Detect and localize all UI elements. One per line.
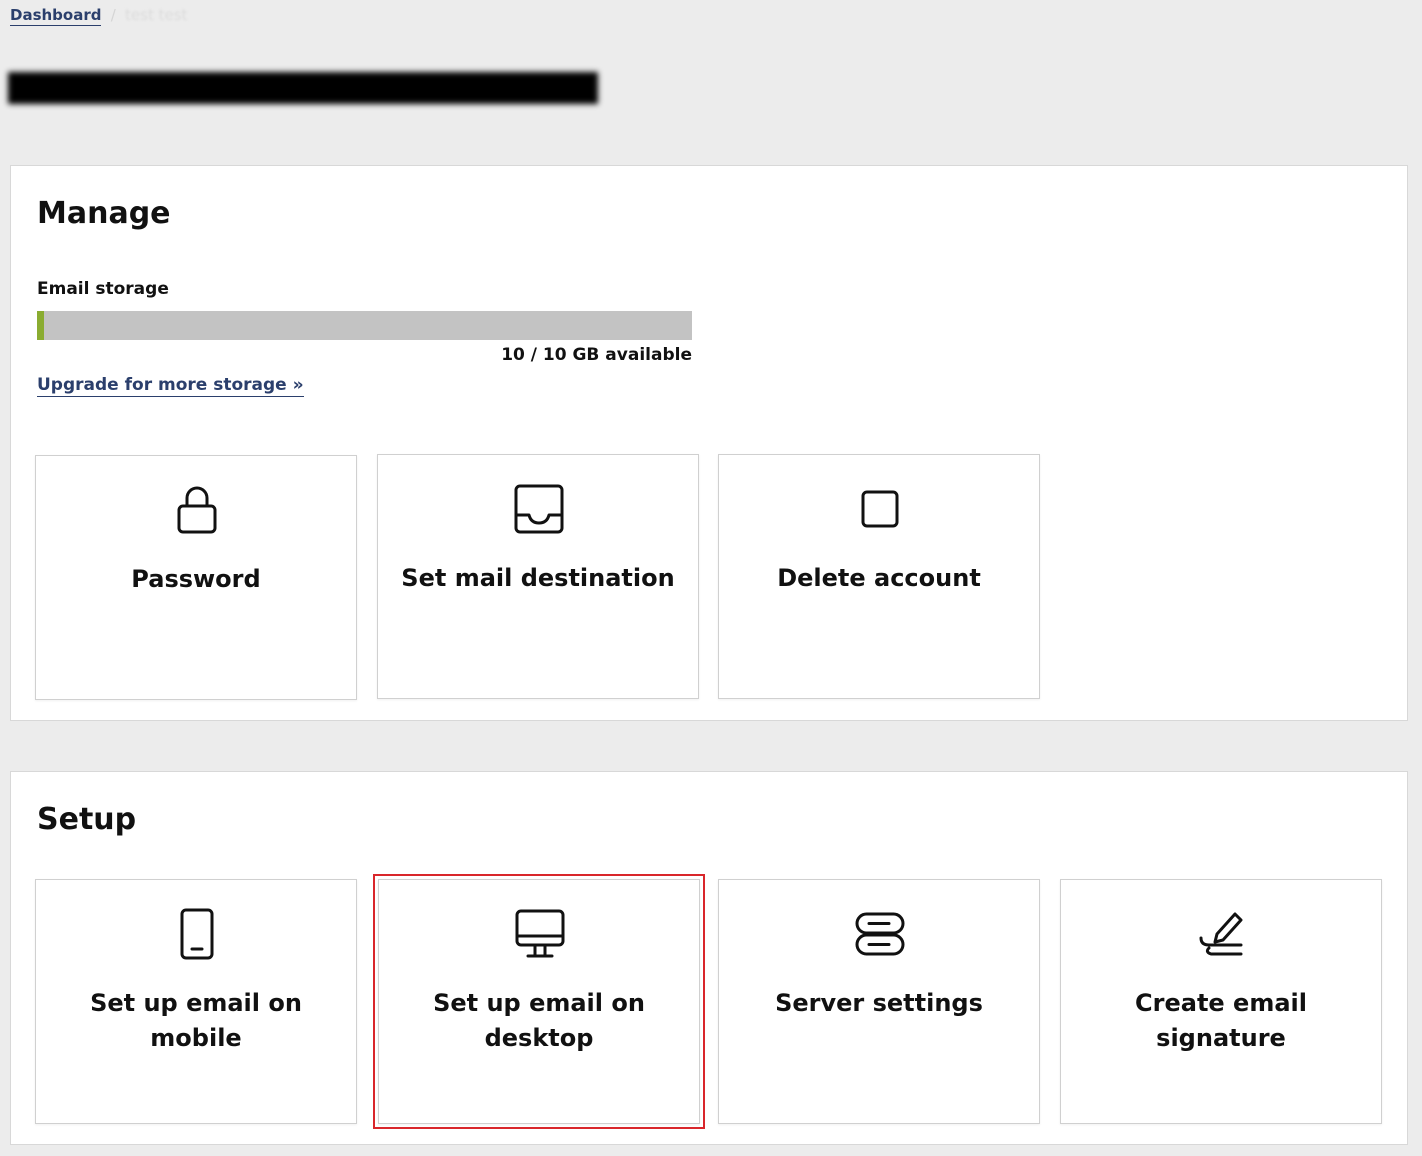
create-signature-tile-label: Create email signature bbox=[1135, 989, 1307, 1052]
breadcrumb-dashboard-link[interactable]: Dashboard bbox=[10, 6, 102, 26]
server-settings-tile[interactable]: Server settings bbox=[718, 879, 1040, 1124]
breadcrumb-separator: / bbox=[110, 6, 116, 24]
setup-heading: Setup bbox=[37, 802, 137, 837]
create-signature-tile[interactable]: Create email signature bbox=[1060, 879, 1382, 1124]
desktop-monitor-icon bbox=[515, 908, 565, 960]
breadcrumb: Dashboard / test test bbox=[10, 6, 188, 26]
manage-heading: Manage bbox=[37, 196, 171, 231]
delete-account-tile-label: Delete account bbox=[777, 564, 981, 592]
upgrade-storage-link[interactable]: Upgrade for more storage » bbox=[37, 375, 304, 397]
breadcrumb-current: test test bbox=[125, 6, 188, 24]
setup-mobile-tile-label: Set up email on mobile bbox=[90, 989, 302, 1052]
email-storage-bar bbox=[37, 311, 692, 340]
delete-account-tile[interactable]: Delete account bbox=[718, 454, 1040, 699]
password-tile-label: Password bbox=[131, 565, 261, 593]
email-storage-label: Email storage bbox=[37, 279, 169, 299]
inbox-icon bbox=[514, 483, 564, 535]
setup-desktop-tile[interactable]: Set up email on desktop bbox=[373, 874, 705, 1129]
signature-pen-icon bbox=[1197, 908, 1247, 960]
setup-panel: Setup Set up email on mobile Set up emai… bbox=[10, 771, 1408, 1145]
server-icon bbox=[855, 908, 905, 960]
email-storage-available-text: 10 / 10 GB available bbox=[501, 345, 692, 365]
setup-mobile-tile[interactable]: Set up email on mobile bbox=[35, 879, 357, 1124]
square-icon bbox=[855, 483, 905, 535]
lock-icon bbox=[172, 484, 222, 536]
email-storage-fill bbox=[37, 311, 44, 340]
manage-panel: Manage Email storage 10 / 10 GB availabl… bbox=[10, 165, 1408, 721]
server-settings-tile-label: Server settings bbox=[775, 989, 983, 1017]
set-mail-destination-tile[interactable]: Set mail destination bbox=[377, 454, 699, 699]
redacted-page-title: ████████████████████████ bbox=[8, 72, 598, 104]
setup-desktop-tile-label: Set up email on desktop bbox=[433, 989, 645, 1052]
set-mail-destination-tile-label: Set mail destination bbox=[401, 564, 675, 592]
password-tile[interactable]: Password bbox=[35, 455, 357, 700]
mobile-phone-icon bbox=[172, 908, 222, 960]
